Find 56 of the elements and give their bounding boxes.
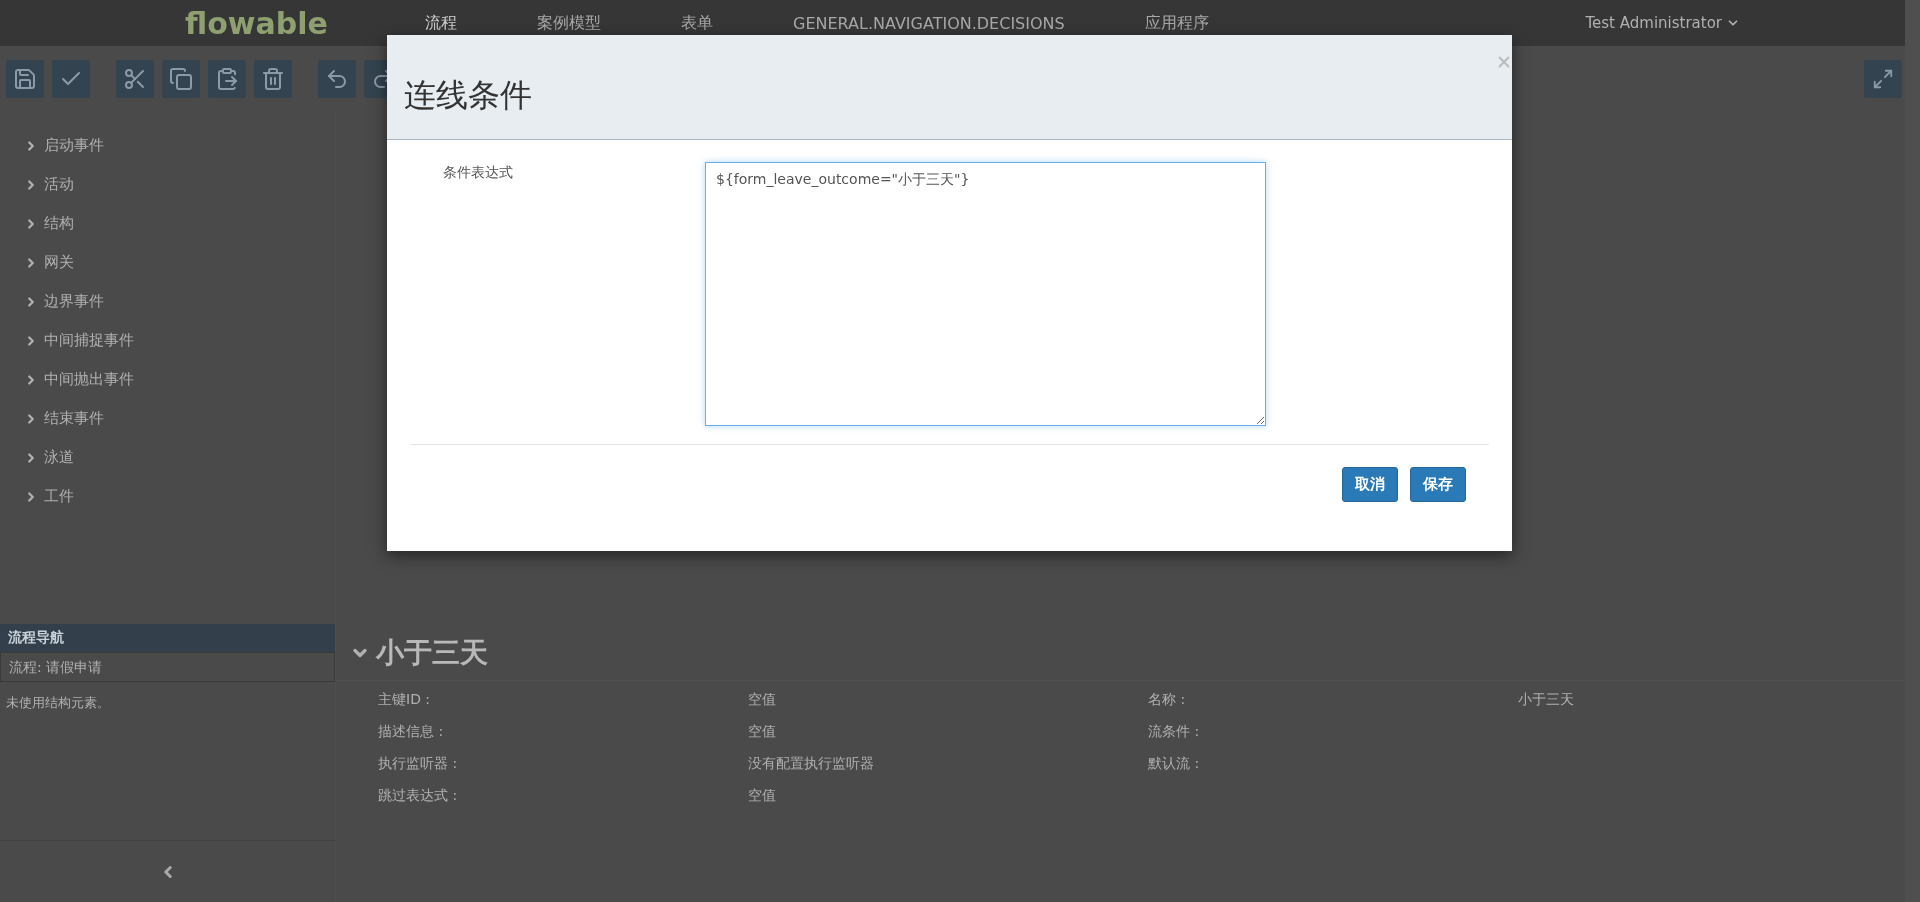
palette-group[interactable]: 工件 [24,477,335,516]
palette-group[interactable]: 活动 [24,165,335,204]
group-label: 中间捕捉事件 [44,331,134,350]
property-value[interactable]: 没有配置执行监听器 [748,755,1148,773]
palette-group[interactable]: 启动事件 [24,126,335,165]
palette-group[interactable]: 泳道 [24,438,335,477]
property-label: 主键ID : [378,691,432,709]
property-label: 执行监听器 : [378,755,459,773]
property-value[interactable]: 空值 [748,691,1148,709]
delete-icon [261,67,285,91]
palette-group[interactable]: 结束事件 [24,399,335,438]
property-label: 默认流 : [1148,755,1201,773]
property-value[interactable]: 空值 [748,787,1148,805]
undo-icon [325,67,349,91]
group-label: 结束事件 [44,409,104,428]
nav-link[interactable]: 应用程序 [1144,12,1209,34]
nav-link[interactable]: 表单 [681,12,713,34]
group-label: 工件 [44,487,74,506]
expand-icon [1872,68,1894,90]
nav-link[interactable]: 案例模型 [537,12,601,34]
group-label: 中间抛出事件 [44,370,134,389]
paste-icon [215,67,239,91]
panel-title: 流程导航 [0,624,335,652]
note-text: 未使用结构元素。 [5,694,111,712]
user-menu[interactable]: Test Administrator [1585,14,1740,32]
expression-field[interactable]: ${form_leave_outcome="小于三天"} [705,162,1266,426]
property-value[interactable]: 空值 [748,723,1148,741]
property-label: 描述信息 : [378,723,445,741]
process-name: 流程: 请假申请 [0,652,335,682]
palette-group[interactable]: 网关 [24,243,335,282]
properties-title: 小于三天 [376,635,488,671]
property-label: 流条件 : [1148,723,1201,741]
group-label: 泳道 [44,448,74,467]
dialog-button[interactable]: 保存 [1410,467,1466,502]
group-label: 启动事件 [44,136,104,155]
group-label: 网关 [44,253,74,272]
dialog-title: 连线条件 [404,75,532,116]
group-label: 边界事件 [44,292,104,311]
nav-link[interactable]: GENERAL.NAVIGATION.DECISIONS [793,13,1065,33]
group-label: 活动 [44,175,74,194]
dialog-button[interactable]: 取消 [1342,467,1398,502]
property-label: 名称 : [1148,691,1187,709]
field-label: 条件表达式 [443,163,514,182]
property-value[interactable]: 小于三天 [1518,691,1818,709]
copy-icon [169,67,193,91]
palette-group[interactable]: 中间抛出事件 [24,360,335,399]
nav-link[interactable]: 流程 [425,12,457,34]
palette-group[interactable]: 边界事件 [24,282,335,321]
palette-group[interactable]: 结构 [24,204,335,243]
group-label: 结构 [44,214,74,233]
scrollbar[interactable] [1905,0,1920,902]
save-icon [13,67,37,91]
palette-group[interactable]: 中间捕捉事件 [24,321,335,360]
property-label: 跳过表达式 : [378,787,459,805]
cut-icon [123,67,147,91]
logo: flowable [185,5,329,41]
